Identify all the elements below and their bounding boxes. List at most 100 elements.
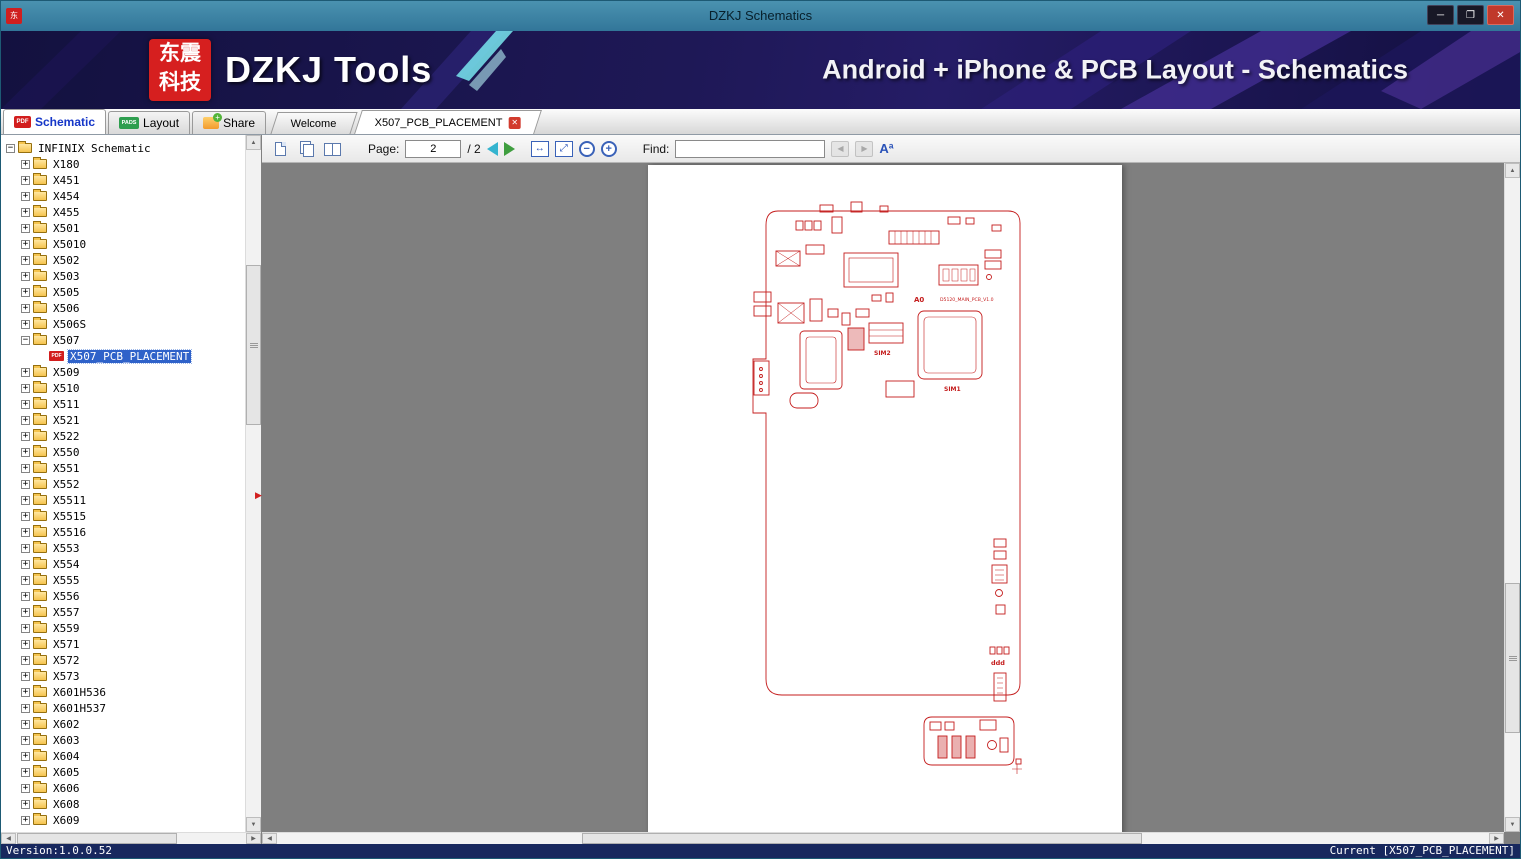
tree-item-x603[interactable]: + X603 <box>3 732 244 748</box>
tree-item-x605[interactable]: + X605 <box>3 764 244 780</box>
expand-icon[interactable]: + <box>21 559 30 569</box>
viewer-horizontal-scrollbar[interactable]: ◀ ▶ <box>262 832 1504 844</box>
expand-icon[interactable]: + <box>21 495 30 505</box>
tree-item-x556[interactable]: + X556 <box>3 588 244 604</box>
tree-item-x506s[interactable]: + X506S <box>3 316 244 332</box>
tree-item-x609[interactable]: + X609 <box>3 812 244 828</box>
expand-icon[interactable]: + <box>21 223 30 233</box>
fit-width-button[interactable]: ↔ <box>530 140 549 157</box>
expand-icon[interactable]: + <box>21 175 30 185</box>
tree-item-x511[interactable]: + X511 <box>3 396 244 412</box>
sidebar-vertical-scrollbar[interactable]: ▲ ▼ <box>245 135 261 832</box>
previous-page-button[interactable] <box>486 141 498 156</box>
tree-item-x554[interactable]: + X554 <box>3 556 244 572</box>
tree-item-x5511[interactable]: + X5511 <box>3 492 244 508</box>
tree-item-x572[interactable]: + X572 <box>3 652 244 668</box>
tree-item-x454[interactable]: + X454 <box>3 188 244 204</box>
expand-icon[interactable]: + <box>21 319 30 329</box>
viewer-vertical-scrollbar[interactable]: ▲ ▼ <box>1504 163 1520 832</box>
tree-item-x510[interactable]: + X510 <box>3 380 244 396</box>
find-input[interactable] <box>675 139 826 158</box>
expand-icon[interactable]: + <box>21 703 30 713</box>
expand-icon[interactable]: + <box>21 671 30 681</box>
find-next-button[interactable]: ▶ <box>855 140 874 157</box>
expand-icon[interactable]: + <box>21 591 30 601</box>
tab-layout[interactable]: PADS Layout <box>108 111 191 134</box>
find-previous-button[interactable]: ◀ <box>831 140 850 157</box>
tree-item-x601h537[interactable]: + X601H537 <box>3 700 244 716</box>
tab-schematic[interactable]: PDF Schematic <box>3 109 107 134</box>
viewer-hscroll-thumb[interactable] <box>582 833 1142 844</box>
close-button[interactable]: ✕ <box>1487 5 1514 25</box>
collapse-icon[interactable]: − <box>21 335 30 345</box>
tree-item-x502[interactable]: + X502 <box>3 252 244 268</box>
maximize-button[interactable]: ❐ <box>1457 5 1484 25</box>
expand-icon[interactable]: + <box>21 191 30 201</box>
expand-icon[interactable]: + <box>21 207 30 217</box>
next-page-button[interactable] <box>503 141 515 156</box>
tree-item-x557[interactable]: + X557 <box>3 604 244 620</box>
tree-item-x505[interactable]: + X505 <box>3 284 244 300</box>
expand-icon[interactable]: + <box>21 431 30 441</box>
scroll-left-icon[interactable]: ◀ <box>262 833 277 844</box>
expand-icon[interactable]: + <box>21 607 30 617</box>
tab-x507-pcb-placement[interactable]: X507_PCB_PLACEMENT ✕ <box>353 110 542 134</box>
scroll-right-icon[interactable]: ▶ <box>1489 833 1504 844</box>
single-page-view-button[interactable] <box>270 139 290 159</box>
expand-icon[interactable]: + <box>21 639 30 649</box>
expand-icon[interactable]: + <box>21 287 30 297</box>
expand-icon[interactable]: + <box>21 239 30 249</box>
tree-item-x551[interactable]: + X551 <box>3 460 244 476</box>
tree-item-x606[interactable]: + X606 <box>3 780 244 796</box>
tree-item-x501[interactable]: + X501 <box>3 220 244 236</box>
sidebar-hscroll-thumb[interactable] <box>17 833 177 844</box>
expand-icon[interactable]: + <box>21 367 30 377</box>
tree-item-x521[interactable]: + X521 <box>3 412 244 428</box>
tab-share[interactable]: Share <box>192 111 267 134</box>
tree-item-x552[interactable]: + X552 <box>3 476 244 492</box>
expand-icon[interactable]: + <box>21 655 30 665</box>
tree-item-x503[interactable]: + X503 <box>3 268 244 284</box>
tree-item-x5010[interactable]: + X5010 <box>3 236 244 252</box>
tree-item-infinix schematic[interactable]: − INFINIX Schematic <box>3 140 244 156</box>
fit-page-button[interactable]: ⤢ <box>554 140 573 157</box>
viewer-scroll-thumb[interactable] <box>1505 583 1520 733</box>
expand-icon[interactable]: + <box>21 479 30 489</box>
pdf-viewer[interactable]: A0 D5120_MAIN_PCB_V1.0 SIM2 SIM1 ddd ▲ ▼… <box>262 163 1520 844</box>
expand-icon[interactable]: + <box>21 527 30 537</box>
expand-icon[interactable]: + <box>21 719 30 729</box>
expand-icon[interactable]: + <box>21 751 30 761</box>
tab-close-icon[interactable]: ✕ <box>508 116 521 129</box>
match-case-button[interactable]: Aª <box>879 141 893 156</box>
tree-item-x608[interactable]: + X608 <box>3 796 244 812</box>
scroll-left-icon[interactable]: ◀ <box>1 833 16 844</box>
expand-icon[interactable]: + <box>21 303 30 313</box>
expand-icon[interactable]: + <box>21 447 30 457</box>
zoom-in-button[interactable]: + <box>600 140 617 157</box>
sidebar-horizontal-scrollbar[interactable]: ◀ ▶ <box>1 832 261 844</box>
tree-item-x553[interactable]: + X553 <box>3 540 244 556</box>
expand-icon[interactable]: + <box>21 159 30 169</box>
expand-icon[interactable]: + <box>21 783 30 793</box>
tree-item-x455[interactable]: + X455 <box>3 204 244 220</box>
collapse-icon[interactable]: − <box>6 143 15 153</box>
scroll-down-icon[interactable]: ▼ <box>246 817 261 832</box>
scroll-right-icon[interactable]: ▶ <box>246 833 261 844</box>
tab-welcome[interactable]: Welcome <box>270 112 358 134</box>
tree-item-x602[interactable]: + X602 <box>3 716 244 732</box>
tree-item-x571[interactable]: + X571 <box>3 636 244 652</box>
expand-icon[interactable]: + <box>21 271 30 281</box>
splitter-arrow-icon[interactable]: ▶ <box>255 491 262 500</box>
expand-icon[interactable]: + <box>21 543 30 553</box>
tree-item-x507_pcb_placement[interactable]: PDF X507_PCB_PLACEMENT <box>3 348 244 364</box>
expand-icon[interactable]: + <box>21 415 30 425</box>
tree-item-x550[interactable]: + X550 <box>3 444 244 460</box>
continuous-view-button[interactable] <box>296 139 316 159</box>
sidebar-scroll-thumb[interactable] <box>246 265 261 425</box>
facing-view-button[interactable] <box>322 139 342 159</box>
page-input[interactable] <box>405 139 462 158</box>
expand-icon[interactable]: + <box>21 799 30 809</box>
expand-icon[interactable]: + <box>21 767 30 777</box>
expand-icon[interactable]: + <box>21 511 30 521</box>
zoom-out-button[interactable]: − <box>578 140 595 157</box>
